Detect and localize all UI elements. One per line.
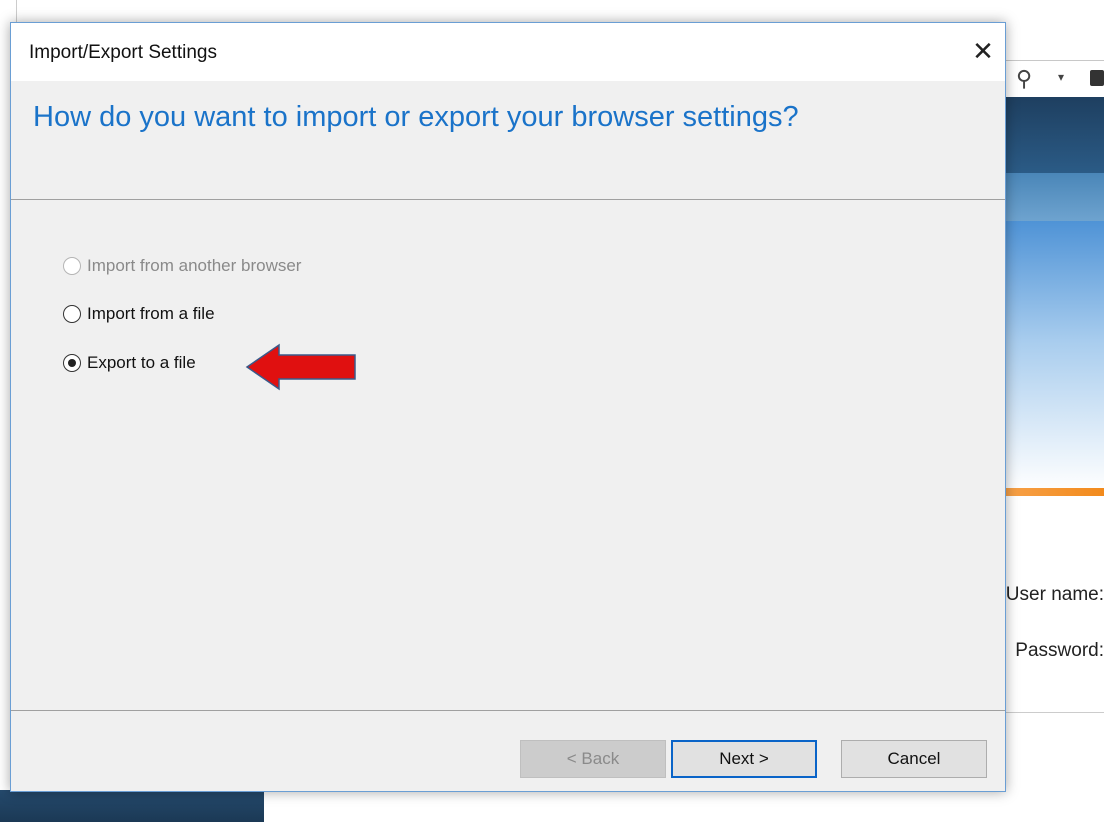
- back-button: < Back: [520, 740, 666, 778]
- chevron-down-icon[interactable]: ▾: [1058, 70, 1064, 84]
- background-divider: [1000, 712, 1104, 713]
- radio-import-from-browser: [63, 257, 81, 275]
- background-banner-light: [1000, 221, 1104, 491]
- search-icon[interactable]: ⚲: [1016, 66, 1032, 92]
- dialog-titlebar: Import/Export Settings ✕: [11, 23, 1005, 81]
- red-arrow-annotation-icon: [245, 343, 356, 391]
- dialog-header: How do you want to import or export your…: [11, 81, 1005, 199]
- username-label: User name:: [992, 584, 1104, 606]
- lock-icon: [1090, 70, 1104, 86]
- dialog-title: Import/Export Settings: [29, 42, 217, 63]
- header-divider: [11, 199, 1005, 200]
- radio-import-from-file[interactable]: [63, 305, 81, 323]
- option-import-from-browser-label: Import from another browser: [87, 256, 302, 275]
- username-label-text: User name:: [1005, 584, 1104, 605]
- password-label-text: Password:: [1015, 640, 1104, 661]
- close-icon: ✕: [972, 35, 994, 66]
- option-import-from-browser: Import from another browser: [63, 256, 301, 276]
- close-button[interactable]: ✕: [965, 29, 1001, 73]
- password-label: Password:: [992, 640, 1104, 662]
- background-bottom-strip: [0, 790, 264, 822]
- cancel-button[interactable]: Cancel: [841, 740, 987, 778]
- next-button[interactable]: Next >: [671, 740, 817, 778]
- background-accent-line: [1000, 488, 1104, 496]
- option-import-from-file-label[interactable]: Import from a file: [87, 304, 215, 324]
- import-export-dialog: Import/Export Settings ✕ How do you want…: [10, 22, 1006, 792]
- option-export-to-file[interactable]: Export to a file: [63, 353, 196, 373]
- background-banner-dark: [1000, 97, 1104, 173]
- background-banner-strip: [1000, 173, 1104, 221]
- dialog-heading: How do you want to import or export your…: [33, 101, 799, 133]
- red-arrow-shape: [245, 343, 356, 391]
- option-import-from-file[interactable]: Import from a file: [63, 304, 215, 324]
- radio-export-to-file[interactable]: [63, 354, 81, 372]
- option-export-to-file-label[interactable]: Export to a file: [87, 353, 196, 373]
- footer-divider: [11, 710, 1005, 711]
